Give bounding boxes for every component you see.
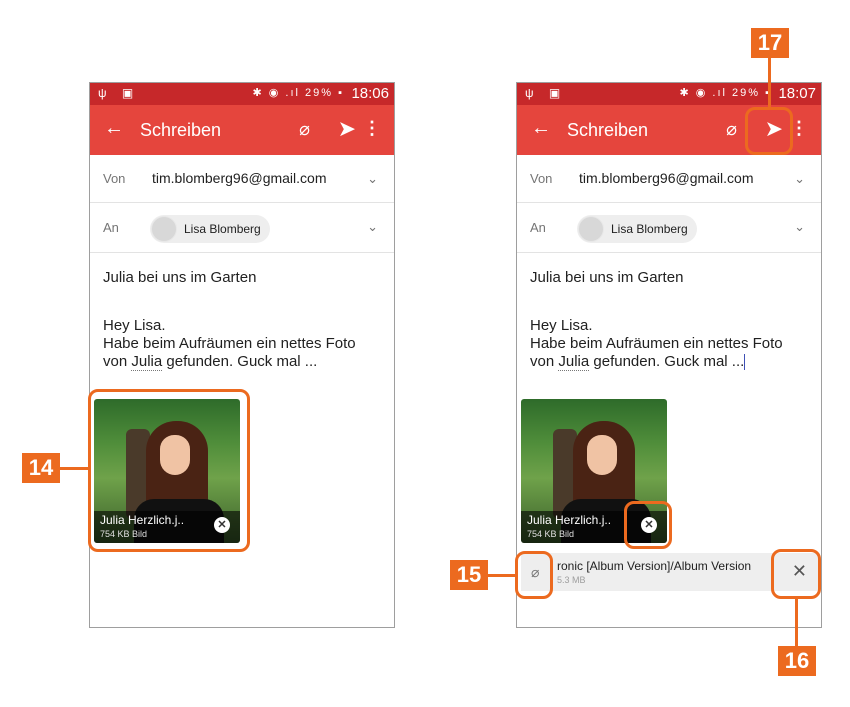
callout-14: 14: [22, 453, 60, 483]
status-notification-icons: ψ ▣: [525, 86, 567, 100]
attach-icon[interactable]: ⌀: [726, 119, 737, 140]
photo-face: [587, 435, 617, 475]
from-row[interactable]: Von tim.blomberg96@gmail.com ⌄: [517, 155, 821, 203]
subject-field[interactable]: Julia bei uns im Garten: [103, 269, 256, 286]
from-row[interactable]: Von tim.blomberg96@gmail.com ⌄: [90, 155, 394, 203]
body-line-3: von Julia gefunden. Guck mal ...: [530, 353, 783, 371]
status-bar: ψ ▣ ✱ ◉ .ıl 29% ▪ 18:07: [517, 83, 821, 105]
body-spellcheck-word: Julia: [558, 353, 590, 371]
callout-line-16: [795, 598, 798, 646]
body-line-1: Hey Lisa.: [103, 317, 166, 334]
chevron-down-icon[interactable]: ⌄: [367, 219, 378, 235]
from-label: Von: [103, 171, 126, 186]
body-line-3: von Julia gefunden. Guck mal ...: [103, 353, 356, 371]
arrow-back-icon[interactable]: ←: [531, 117, 551, 140]
body-text: von: [103, 353, 132, 370]
app-bar-title: Schreiben: [140, 120, 222, 140]
avatar: [151, 216, 177, 242]
attachment-file-name: Julia Herzlich.j..: [527, 513, 612, 527]
status-notification-icons: ψ ▣: [98, 86, 140, 100]
body-field[interactable]: Hey Lisa. Habe beim Aufräumen ein nettes…: [103, 317, 356, 371]
body-line-1: Hey Lisa.: [530, 317, 593, 334]
chevron-down-icon[interactable]: ⌄: [794, 219, 805, 235]
from-value: tim.blomberg96@gmail.com: [579, 170, 754, 186]
body-spellcheck-word: Julia: [131, 353, 163, 371]
body-field[interactable]: Hey Lisa. Habe beim Aufräumen ein nettes…: [530, 317, 783, 371]
from-value: tim.blomberg96@gmail.com: [152, 170, 327, 186]
body-line-2: Habe beim Aufräumen ein nettes Foto: [103, 335, 356, 352]
body-text: gefunden. Guck mal ...: [589, 353, 745, 370]
to-row[interactable]: An Lisa Blomberg ⌄: [517, 203, 821, 253]
callout-line-14: [60, 467, 90, 470]
send-icon[interactable]: ➤: [338, 116, 356, 142]
audio-file-size: 5.3 MB: [557, 575, 586, 585]
app-bar-title: Schreiben: [567, 120, 649, 140]
body-text: von: [530, 353, 559, 370]
chevron-down-icon[interactable]: ⌄: [794, 171, 805, 187]
callout-15: 15: [450, 560, 488, 590]
text-cursor: [744, 354, 746, 371]
highlight-remove-audio: [771, 549, 821, 599]
highlight-paperclip: [515, 551, 553, 599]
callout-line-17: [768, 58, 771, 108]
avatar: [578, 216, 604, 242]
status-system-icons: ✱ ◉ .ıl 29% ▪: [679, 87, 771, 99]
body-text: gefunden. Guck mal ...: [162, 353, 318, 370]
recipient-chip[interactable]: Lisa Blomberg: [577, 215, 697, 243]
to-label: An: [530, 220, 546, 235]
recipient-chip[interactable]: Lisa Blomberg: [150, 215, 270, 243]
body-line-2: Habe beim Aufräumen ein nettes Foto: [530, 335, 783, 352]
callout-17: 17: [751, 28, 789, 58]
more-vert-icon[interactable]: ⋮: [363, 118, 381, 139]
recipient-name: Lisa Blomberg: [184, 222, 261, 236]
chevron-down-icon[interactable]: ⌄: [367, 171, 378, 187]
subject-field[interactable]: Julia bei uns im Garten: [530, 269, 683, 286]
highlight-photo-attachment: [88, 389, 250, 552]
callout-16: 16: [778, 646, 816, 676]
attach-icon[interactable]: ⌀: [299, 119, 310, 140]
to-row[interactable]: An Lisa Blomberg ⌄: [90, 203, 394, 253]
recipient-name: Lisa Blomberg: [611, 222, 688, 236]
attachment-file-size: 754 KB Bild: [527, 529, 575, 539]
callout-line-15: [488, 574, 516, 577]
status-system-icons: ✱ ◉ .ıl 29% ▪: [252, 87, 344, 99]
arrow-back-icon[interactable]: ←: [104, 117, 124, 140]
audio-file-name: ronic [Album Version]/Album Version: [557, 559, 752, 573]
highlight-send-button: [745, 107, 793, 155]
status-bar: ψ ▣ ✱ ◉ .ıl 29% ▪ 18:06: [90, 83, 394, 105]
status-time: 18:06: [351, 85, 389, 102]
status-time: 18:07: [778, 85, 816, 102]
highlight-remove-photo: [624, 501, 672, 549]
app-bar: ← Schreiben ⌀ ➤ ⋮: [90, 105, 394, 155]
to-label: An: [103, 220, 119, 235]
from-label: Von: [530, 171, 553, 186]
